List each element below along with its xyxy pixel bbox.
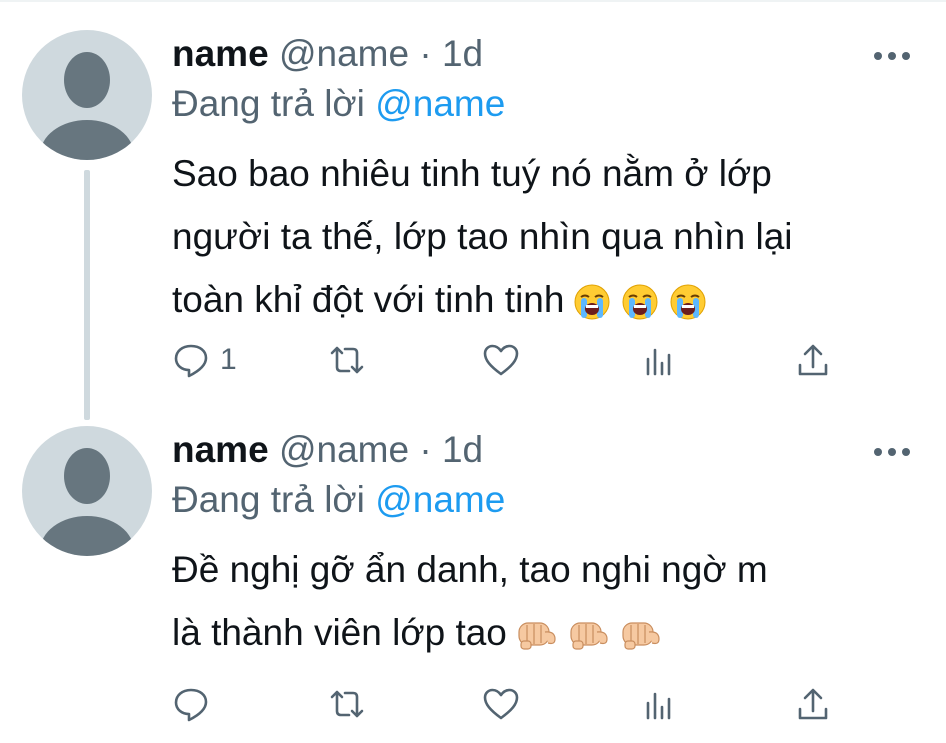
- tweet-text-line: Đề nghị gỡ ẩn danh, tao nghi ngờ m: [172, 549, 768, 590]
- replying-to-label: Đang trả lời: [172, 479, 365, 520]
- reply-button[interactable]: [172, 684, 220, 724]
- tweet-actions-bar: [172, 684, 852, 724]
- thumbs-down-hand-icon: [570, 622, 608, 650]
- timestamp[interactable]: 1d: [442, 33, 483, 74]
- replying-to: Đang trả lời @name: [172, 478, 505, 522]
- tweet-text: Sao bao nhiêu tinh tuý nó nằm ở lớp ngườ…: [172, 142, 912, 331]
- like-button[interactable]: [482, 684, 520, 724]
- tweet-text: Đề nghị gỡ ẩn danh, tao nghi ngờ m là th…: [172, 538, 912, 664]
- separator-dot: ·: [419, 33, 432, 74]
- thumbs-down-hand-icon: [518, 622, 556, 650]
- thread-connector-line: [84, 170, 90, 420]
- tweet-text-line: Sao bao nhiêu tinh tuý nó nằm ở lớp: [172, 153, 772, 194]
- replying-to-label: Đang trả lời: [172, 83, 365, 124]
- avatar[interactable]: [22, 30, 152, 160]
- user-handle[interactable]: @name: [279, 33, 409, 74]
- reply-icon: [174, 344, 208, 378]
- tweet-actions-bar: 1: [172, 340, 852, 380]
- tweet[interactable]: name @name · 1d Đang trả lời @name Sao b…: [0, 22, 946, 422]
- views-icon: [646, 692, 671, 720]
- share-button[interactable]: [794, 684, 832, 724]
- retweet-icon: [330, 346, 364, 374]
- mention-link[interactable]: @name: [375, 83, 505, 124]
- tweet-text-line: người ta thế, lớp tao nhìn qua nhìn lại: [172, 216, 793, 257]
- tweet-text-line-with-emoji: là thành viên lớp tao: [172, 601, 912, 664]
- like-button[interactable]: [482, 340, 520, 380]
- views-button[interactable]: [640, 340, 678, 380]
- share-icon: [798, 344, 828, 376]
- loudly-crying-face-icon: [622, 284, 658, 320]
- reply-count: 1: [220, 343, 237, 376]
- more-options-icon[interactable]: [874, 46, 910, 66]
- share-icon: [798, 688, 828, 720]
- more-options-icon[interactable]: [874, 442, 910, 462]
- reply-button[interactable]: 1: [172, 340, 237, 380]
- timestamp[interactable]: 1d: [442, 429, 483, 470]
- avatar-head-shape: [64, 52, 110, 108]
- retweet-button[interactable]: [328, 684, 366, 724]
- reply-icon: [174, 688, 208, 722]
- replying-to: Đang trả lời @name: [172, 82, 505, 126]
- like-icon: [483, 344, 519, 376]
- separator-dot: ·: [419, 429, 432, 470]
- avatar[interactable]: [22, 426, 152, 556]
- tweet-header: name @name · 1d: [172, 32, 483, 76]
- share-button[interactable]: [794, 340, 832, 380]
- display-name[interactable]: name: [172, 429, 269, 470]
- avatar-head-shape: [64, 448, 110, 504]
- retweet-button[interactable]: [328, 340, 366, 380]
- mention-link[interactable]: @name: [375, 479, 505, 520]
- loudly-crying-face-icon: [574, 284, 610, 320]
- user-handle[interactable]: @name: [279, 429, 409, 470]
- top-divider: [0, 0, 946, 2]
- avatar-body-shape: [40, 120, 134, 160]
- tweet[interactable]: name @name · 1d Đang trả lời @name Đề ng…: [0, 418, 946, 743]
- avatar-body-shape: [40, 516, 134, 556]
- tweet-header: name @name · 1d: [172, 428, 483, 472]
- loudly-crying-face-icon: [670, 284, 706, 320]
- thumbs-down-hand-icon: [622, 622, 660, 650]
- retweet-icon: [330, 690, 364, 718]
- views-button[interactable]: [640, 684, 678, 724]
- views-icon: [646, 348, 671, 376]
- tweet-text-line: toàn khỉ đột với tinh tinh: [172, 279, 565, 320]
- tweet-text-line: là thành viên lớp tao: [172, 612, 507, 653]
- like-icon: [483, 688, 519, 720]
- tweet-text-line-with-emoji: toàn khỉ đột với tinh tinh: [172, 268, 912, 331]
- display-name[interactable]: name: [172, 33, 269, 74]
